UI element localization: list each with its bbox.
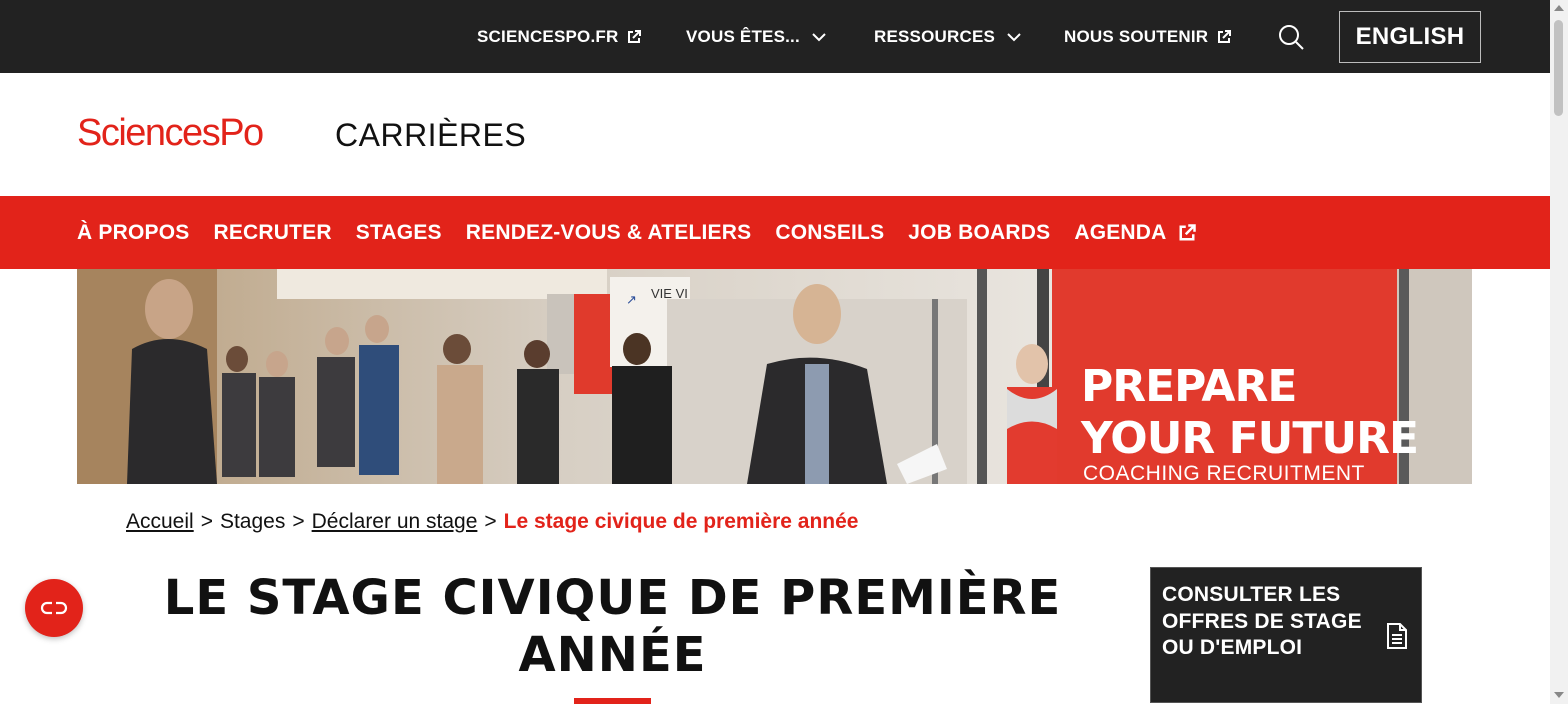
title-underline [574, 698, 651, 704]
topnav-label: RESSOURCES [874, 26, 996, 46]
topnav-nous-soutenir-link[interactable]: NOUS SOUTENIR [1064, 0, 1232, 73]
chat-icon [40, 601, 68, 615]
sciencespo-logo[interactable]: SciencesPo [77, 112, 264, 155]
breadcrumb-separator: > [484, 510, 497, 533]
site-section-title[interactable]: CARRIÈRES [335, 117, 526, 154]
banner-headline: PREPARE YOUR FUTURE [1081, 361, 1419, 465]
language-switch-button[interactable]: ENGLISH [1339, 11, 1481, 63]
external-link-icon [1179, 223, 1196, 240]
nav-item-job-boards[interactable]: JOB BOARDS [908, 221, 1050, 245]
search-button[interactable] [1276, 22, 1306, 52]
nav-item-conseils[interactable]: CONSEILS [775, 221, 884, 245]
chevron-down-icon [812, 32, 826, 41]
breadcrumb-separator: > [292, 510, 305, 533]
external-link-icon [1218, 29, 1232, 43]
nav-item-label: AGENDA [1074, 220, 1167, 244]
scroll-up-arrow-icon[interactable] [1554, 5, 1564, 11]
document-icon [1387, 623, 1407, 649]
page-scrollbar[interactable] [1550, 0, 1568, 704]
nav-item-stages[interactable]: STAGES [356, 221, 442, 245]
nav-item-agenda[interactable]: AGENDA [1074, 221, 1196, 245]
top-utility-bar: SCIENCESPO.FR VOUS ÊTES... RESSOURCES NO… [0, 0, 1550, 73]
breadcrumb-separator: > [200, 510, 213, 533]
topnav-label: VOUS ÊTES... [686, 26, 800, 46]
nav-item-a-propos[interactable]: À PROPOS [77, 221, 189, 245]
consult-offers-label: CONSULTER LES OFFRES DE STAGE OU D'EMPLO… [1162, 583, 1362, 659]
nav-item-recruter[interactable]: RECRUTER [213, 221, 331, 245]
breadcrumb-declarer-stage-link[interactable]: Déclarer un stage [312, 510, 478, 534]
topnav-ressources-dropdown[interactable]: RESSOURCES [874, 0, 1023, 73]
scroll-down-arrow-icon[interactable] [1554, 692, 1564, 698]
nav-item-rendez-vous-ateliers[interactable]: RENDEZ-VOUS & ATELIERS [466, 221, 752, 245]
scrollbar-thumb[interactable] [1554, 20, 1563, 116]
chevron-down-icon [1007, 32, 1021, 41]
breadcrumb-current: Le stage civique de première année [503, 510, 859, 533]
main-navigation: À PROPOS RECRUTER STAGES RENDEZ-VOUS & A… [0, 196, 1550, 269]
page-title: LE STAGE CIVIQUE DE PREMIÈRE ANNÉE [163, 570, 1062, 683]
breadcrumb-stages: Stages [219, 510, 286, 533]
banner-subline: COACHING RECRUITMENT [1083, 462, 1365, 484]
topnav-label: SCIENCESPO.FR [477, 26, 619, 46]
consult-offers-button[interactable]: CONSULTER LES OFFRES DE STAGE OU D'EMPLO… [1150, 567, 1422, 703]
search-icon [1279, 25, 1304, 50]
banner-stand-label: VIE VI [651, 286, 688, 301]
banner-headline-line1: PREPARE [1081, 361, 1297, 412]
hero-banner-image: ↗ VIE VI PREPARE YOUR FUTURE COACHING RE… [77, 269, 1472, 484]
topnav-sciencespo-link[interactable]: SCIENCESPO.FR [477, 0, 642, 73]
external-link-icon [628, 29, 642, 43]
svg-text:↗: ↗ [626, 292, 637, 307]
banner-headline-line2: YOUR FUTURE [1081, 413, 1419, 464]
breadcrumb: Accueil > Stages > Déclarer un stage > L… [126, 510, 858, 534]
topnav-vous-etes-dropdown[interactable]: VOUS ÊTES... [686, 0, 828, 73]
breadcrumb-accueil-link[interactable]: Accueil [126, 510, 194, 534]
topnav-label: NOUS SOUTENIR [1064, 26, 1209, 46]
chat-widget-button[interactable] [25, 579, 83, 637]
